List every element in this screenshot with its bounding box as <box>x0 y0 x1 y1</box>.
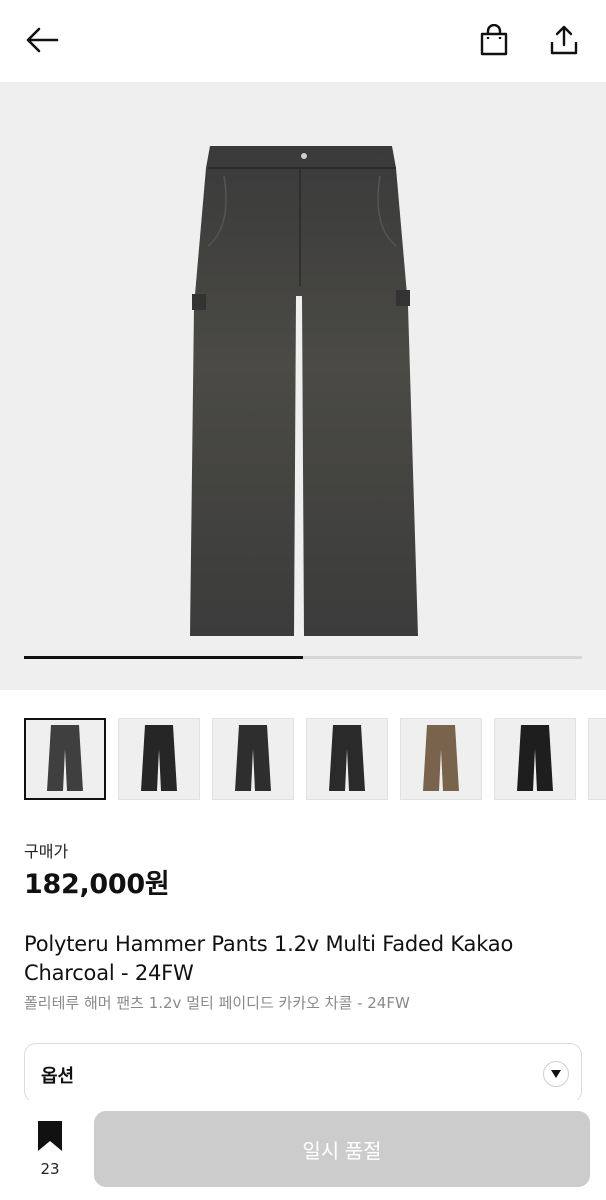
share-icon[interactable] <box>544 20 584 60</box>
thumbnail[interactable] <box>494 718 576 800</box>
thumbnail[interactable] <box>212 718 294 800</box>
pants-thumbnail-image <box>47 725 83 791</box>
thumbnail-strip[interactable] <box>24 718 606 802</box>
thumbnail[interactable] <box>400 718 482 800</box>
price-value: 182,000원 <box>24 869 170 900</box>
pants-thumbnail-image <box>517 725 553 791</box>
gallery-progress-bar <box>24 656 582 659</box>
bookmark-count: 23 <box>40 1160 60 1178</box>
pants-thumbnail-image <box>235 725 271 791</box>
thumbnail[interactable] <box>588 718 606 800</box>
thumbnail[interactable] <box>24 718 106 800</box>
back-arrow-icon[interactable] <box>22 20 62 60</box>
pants-thumbnail-image <box>423 725 459 791</box>
option-select[interactable]: 옵션 <box>24 1043 582 1103</box>
bookmark-button[interactable]: 23 <box>24 1120 76 1184</box>
option-label: 옵션 <box>41 1066 75 1087</box>
caret-down-icon <box>543 1061 569 1087</box>
bookmark-icon <box>38 1121 62 1151</box>
product-title: Polyteru Hammer Pants 1.2v Multi Faded K… <box>24 932 514 985</box>
thumbnail[interactable] <box>118 718 200 800</box>
price-label: 구매가 <box>24 842 69 861</box>
product-image-carousel[interactable] <box>0 82 606 690</box>
thumbnail[interactable] <box>306 718 388 800</box>
top-app-bar <box>0 0 606 82</box>
pants-thumbnail-image <box>141 725 177 791</box>
product-subtitle: 폴리테루 해머 팬츠 1.2v 멀티 페이디드 카카오 차콜 - 24FW <box>24 994 410 1012</box>
gallery-progress-fill <box>24 656 303 659</box>
pants-thumbnail-image <box>329 725 365 791</box>
shopping-bag-icon[interactable] <box>474 20 514 60</box>
sold-out-button[interactable]: 일시 품절 <box>94 1111 590 1187</box>
bottom-action-bar: 23 일시 품절 <box>0 1100 606 1200</box>
product-image <box>190 146 418 636</box>
